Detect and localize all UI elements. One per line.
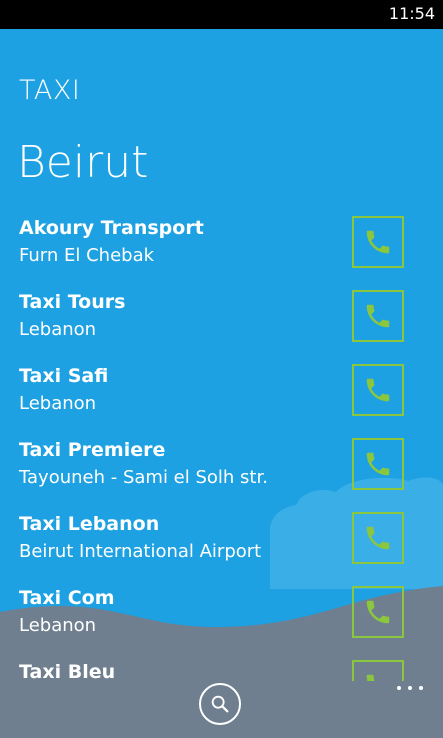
phone-icon [366,600,390,624]
taxi-location: Furn El Chebak [19,245,155,266]
list-item[interactable]: Taxi Premiere Tayouneh - Sami el Solh st… [0,435,443,509]
call-button[interactable] [352,438,404,490]
list-item[interactable]: Akoury Transport Furn El Chebak [0,213,443,287]
taxi-name: Taxi Safi [19,365,109,387]
ellipsis-icon [408,686,412,690]
more-button[interactable] [397,683,423,693]
taxi-name: Taxi Bleu [19,661,116,681]
call-button[interactable] [352,216,404,268]
page-content: TAXI Beirut Akoury Transport Furn El Che… [0,29,443,681]
call-button[interactable] [352,586,404,638]
app-title: TAXI [19,75,81,106]
phone-icon [366,230,390,254]
phone-icon [366,378,390,402]
call-button[interactable] [352,660,404,681]
phone-icon [366,304,390,328]
list-item[interactable]: Taxi Bleu [0,657,443,681]
taxi-location: Lebanon [19,393,97,414]
search-icon [211,695,229,713]
taxi-list: Akoury Transport Furn El Chebak Taxi Tou… [0,213,443,681]
phone-icon [366,452,390,476]
phone-icon [366,526,390,550]
status-bar: 11:54 [0,0,443,29]
taxi-location: Beirut International Airport [19,541,262,562]
taxi-location: Lebanon [19,319,97,340]
taxi-name: Taxi Premiere [19,439,166,461]
list-item[interactable]: Taxi Com Lebanon [0,583,443,657]
taxi-name: Taxi Lebanon [19,513,160,535]
list-item[interactable]: Taxi Lebanon Beirut International Airpor… [0,509,443,583]
app-bar [0,681,443,738]
ellipsis-icon [397,686,401,690]
page-title: Beirut [17,137,149,188]
list-item[interactable]: Taxi Tours Lebanon [0,287,443,361]
taxi-location: Tayouneh - Sami el Solh str. [19,467,268,488]
ellipsis-icon [419,686,423,690]
clock: 11:54 [388,4,435,23]
call-button[interactable] [352,512,404,564]
call-button[interactable] [352,364,404,416]
call-button[interactable] [352,290,404,342]
taxi-name: Akoury Transport [19,217,204,239]
taxi-location: Lebanon [19,615,97,636]
search-button[interactable] [199,683,241,725]
taxi-name: Taxi Tours [19,291,126,313]
taxi-name: Taxi Com [19,587,115,609]
phone-icon [366,674,375,681]
list-item[interactable]: Taxi Safi Lebanon [0,361,443,435]
